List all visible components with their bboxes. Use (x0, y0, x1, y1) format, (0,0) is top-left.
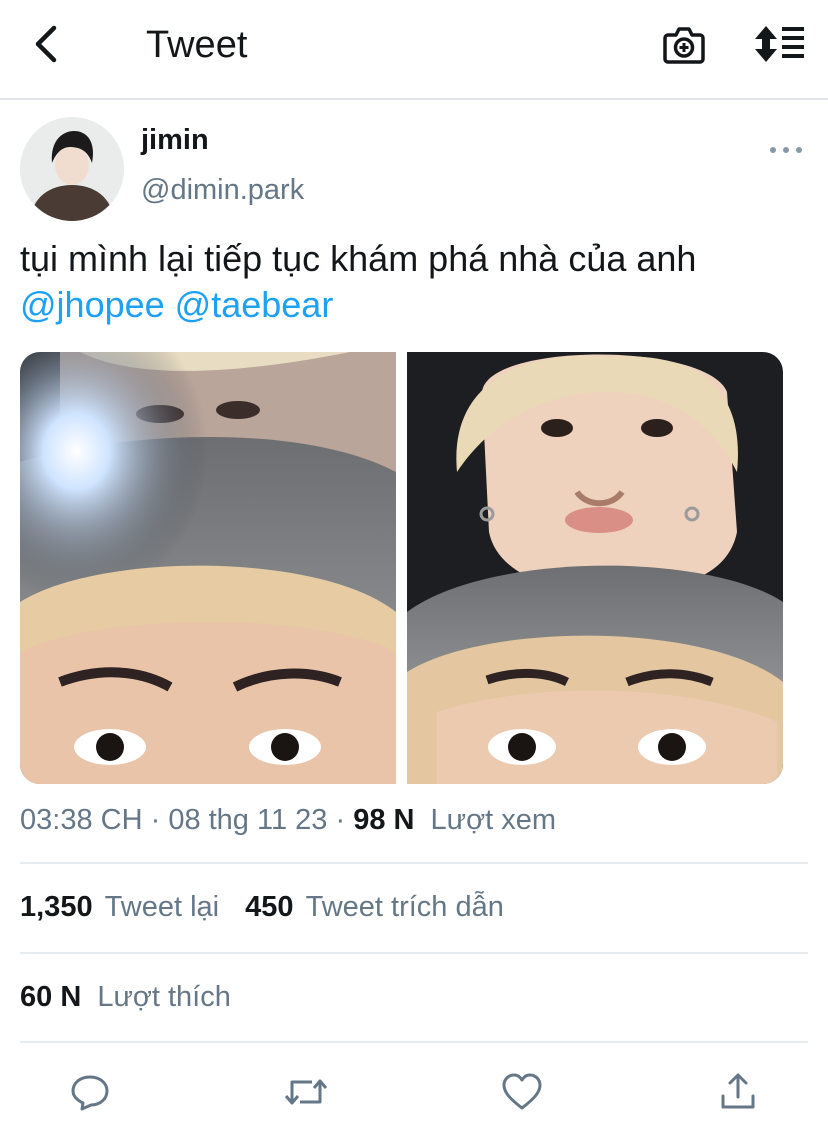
more-dot-icon (796, 147, 802, 153)
tweet-body: tụi mình lại tiếp tục khám phá nhà của a… (20, 238, 697, 279)
sort-icon (755, 26, 804, 62)
chevron-left-icon (35, 25, 57, 63)
likes-stat[interactable]: 60 N Lượt thích (20, 981, 231, 1013)
mention-link[interactable]: @taebear (175, 284, 334, 325)
camera-button[interactable] (662, 24, 706, 66)
author-handle[interactable]: @dimin.park (141, 174, 304, 207)
tweet-date: 08 thg 11 23 (168, 804, 328, 836)
more-dot-icon (770, 147, 776, 153)
sort-button[interactable] (752, 24, 806, 64)
likes-count: 60 N (20, 981, 82, 1013)
engagement-row: 1,350 Tweet lại 450 Tweet trích dẫn (20, 891, 504, 924)
quotes-stat[interactable]: 450 Tweet trích dẫn (245, 891, 504, 923)
more-dot-icon (783, 147, 789, 153)
retweets-count: 1,350 (20, 891, 93, 923)
retweet-button[interactable] (284, 1070, 328, 1114)
page-title: Tweet (146, 24, 248, 66)
divider (20, 862, 808, 864)
meta-separator: · (150, 804, 161, 836)
views-count: 98 N (353, 804, 415, 836)
meta-separator: · (335, 804, 346, 836)
more-options-button[interactable] (770, 140, 802, 160)
back-button[interactable] (26, 22, 66, 66)
retweets-stat[interactable]: 1,350 Tweet lại (20, 891, 227, 923)
tweet-text: tụi mình lại tiếp tục khám phá nhà của a… (20, 236, 810, 328)
avatar-image (20, 117, 124, 221)
divider (20, 952, 808, 954)
action-bar (0, 1062, 828, 1122)
divider (20, 1041, 808, 1043)
tweet-photo-2[interactable] (407, 352, 783, 784)
tweet-time: 03:38 CH (20, 804, 143, 836)
photo-image (20, 352, 396, 784)
like-button[interactable] (500, 1070, 544, 1114)
camera-plus-icon (663, 27, 705, 64)
tweet-photo-1[interactable] (20, 352, 396, 784)
heart-icon (502, 1073, 542, 1110)
likes-row: 60 N Lượt thích (20, 981, 231, 1014)
avatar[interactable] (20, 117, 124, 221)
tweet-meta: 03:38 CH · 08 thg 11 23 · 98 N Lượt xem (20, 804, 556, 837)
mention-link[interactable]: @jhopee (20, 284, 165, 325)
quotes-count: 450 (245, 891, 294, 923)
likes-label: Lượt thích (97, 981, 231, 1013)
reply-icon (71, 1075, 109, 1111)
retweet-icon (284, 1079, 328, 1105)
reply-button[interactable] (68, 1070, 112, 1114)
share-button[interactable] (716, 1070, 760, 1114)
share-icon (721, 1073, 755, 1109)
quotes-label: Tweet trích dẫn (305, 891, 504, 923)
views-label: Lượt xem (430, 804, 557, 836)
retweets-label: Tweet lại (104, 891, 220, 923)
author-display-name[interactable]: jimin (141, 124, 209, 157)
top-bar: Tweet (0, 0, 828, 100)
photo-image (407, 352, 783, 784)
